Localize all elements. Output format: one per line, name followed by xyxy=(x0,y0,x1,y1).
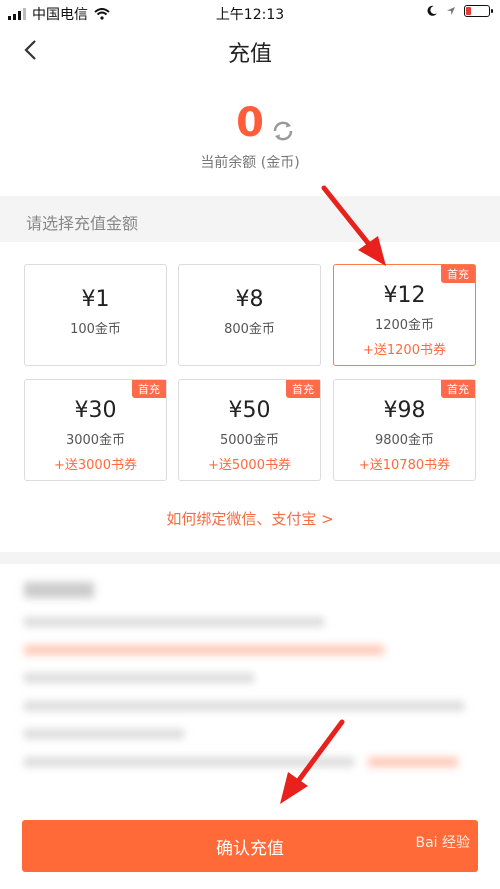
option-bonus: +送5000书券 xyxy=(208,458,291,473)
baidu-watermark: Bai 经验 xyxy=(415,835,470,851)
option-price: ¥30 xyxy=(74,398,117,423)
option-bonus: +送10780书券 xyxy=(358,458,451,473)
nav-bar: 充值 xyxy=(0,26,500,74)
option-price: ¥8 xyxy=(235,287,264,312)
option-bonus: +送3000书券 xyxy=(54,458,137,473)
confirm-recharge-button[interactable]: 确认充值 xyxy=(22,820,478,872)
first-charge-badge: 首充 xyxy=(286,380,320,398)
option-coins: 9800金币 xyxy=(374,433,435,448)
recharge-notes-blurred xyxy=(24,582,474,778)
first-charge-badge: 首充 xyxy=(132,380,166,398)
annotation-arrow-icon xyxy=(280,719,345,804)
balance-value: 0 xyxy=(236,100,264,146)
page-title: 充值 xyxy=(227,42,272,67)
section-divider xyxy=(0,552,500,564)
balance-label: 当前余额 (金币) xyxy=(200,155,300,171)
amount-option-30[interactable]: 首充 ¥30 3000金币 +送3000书券 xyxy=(24,379,167,481)
moon-icon xyxy=(427,5,437,16)
option-coins: 800金币 xyxy=(224,322,275,337)
option-coins: 100金币 xyxy=(70,322,121,337)
status-time: 上午12:13 xyxy=(215,7,285,23)
status-right xyxy=(426,5,493,17)
option-price: ¥98 xyxy=(383,398,426,423)
bind-payment-link[interactable]: 如何绑定微信、支付宝 > xyxy=(0,508,500,529)
option-bonus: +送1200书券 xyxy=(363,343,446,358)
amount-option-8[interactable]: ¥8 800金币 xyxy=(178,264,321,366)
option-coins: 1200金币 xyxy=(374,318,435,333)
first-charge-badge: 首充 xyxy=(441,380,475,398)
option-coins: 3000金币 xyxy=(65,433,126,448)
section-title: 请选择充值金额 xyxy=(26,214,139,233)
amount-option-12[interactable]: 首充 ¥12 1200金币 +送1200书券 xyxy=(333,264,476,366)
first-charge-badge: 首充 xyxy=(441,265,475,283)
option-coins: 5000金币 xyxy=(219,433,280,448)
amount-option-50[interactable]: 首充 ¥50 5000金币 +送5000书券 xyxy=(178,379,321,481)
amount-option-1[interactable]: ¥1 100金币 xyxy=(24,264,167,366)
option-price: ¥50 xyxy=(228,398,271,423)
status-bar: 中国电信 上午12:13 xyxy=(0,0,500,26)
location-icon xyxy=(447,7,455,15)
amount-option-98[interactable]: 首充 ¥98 9800金币 +送10780书券 xyxy=(333,379,476,481)
option-price: ¥12 xyxy=(383,283,426,308)
option-price: ¥1 xyxy=(81,287,110,312)
refresh-icon[interactable] xyxy=(270,118,296,144)
battery-icon xyxy=(464,5,493,17)
annotation-arrow-icon xyxy=(321,185,386,266)
